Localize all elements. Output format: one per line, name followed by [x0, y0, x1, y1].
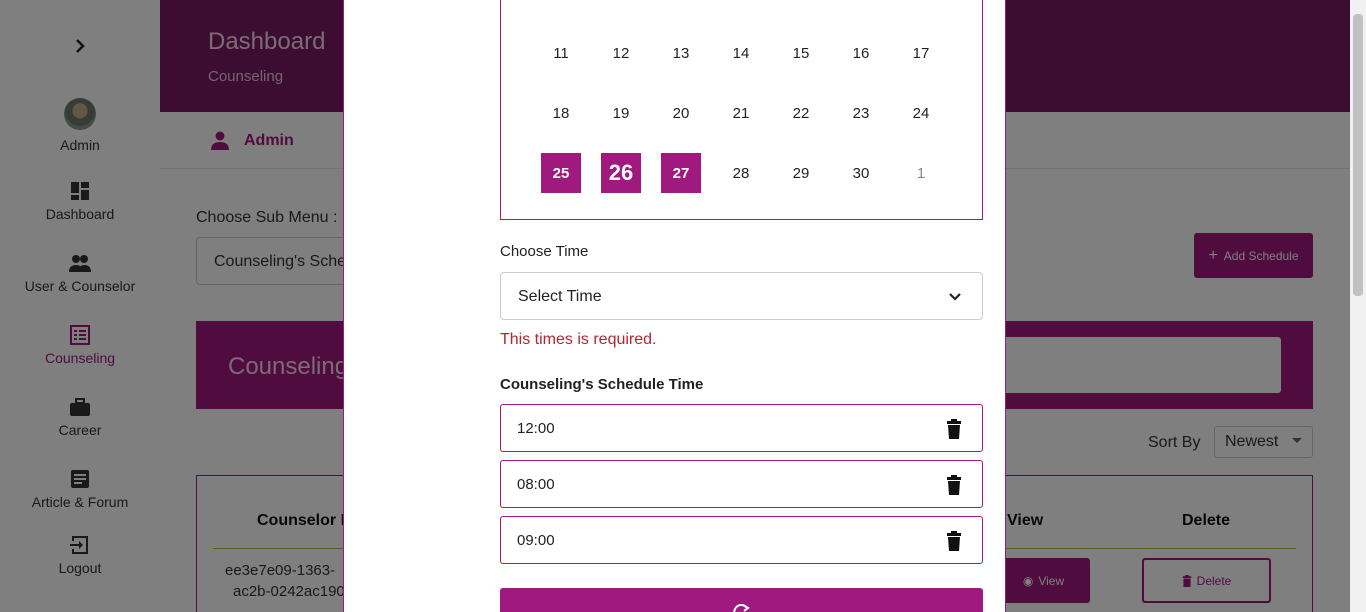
time-error-message: This times is required. — [500, 331, 657, 348]
calendar-day[interactable]: 18 — [541, 93, 581, 133]
slot-time: 08:00 — [517, 476, 555, 493]
schedule-time-label: Counseling's Schedule Time — [500, 376, 704, 393]
calendar-day[interactable]: 29 — [781, 153, 821, 193]
calendar-day[interactable]: 19 — [601, 93, 641, 133]
chevron-down-icon — [949, 293, 961, 301]
calendar-day[interactable]: 21 — [721, 93, 761, 133]
calendar-day[interactable]: 22 — [781, 93, 821, 133]
schedule-slot: 12:00 — [500, 404, 983, 452]
calendar-day[interactable]: 17 — [901, 33, 941, 73]
calendar-day-selected[interactable]: 26 — [601, 153, 641, 193]
calendar-day[interactable]: 11 — [541, 33, 581, 73]
calendar-day[interactable]: 24 — [901, 93, 941, 133]
schedule-slot: 09:00 — [500, 516, 983, 564]
calendar-day[interactable]: 15 — [781, 33, 821, 73]
calendar-day-selected[interactable]: 25 — [541, 153, 581, 193]
trash-icon[interactable] — [946, 475, 962, 495]
schedule-slot: 08:00 — [500, 460, 983, 508]
calendar-day[interactable]: 12 — [601, 33, 641, 73]
calendar-day-selected[interactable]: 27 — [661, 153, 701, 193]
trash-icon[interactable] — [946, 419, 962, 439]
choose-time-label: Choose Time — [500, 243, 589, 260]
scrollbar-thumb[interactable] — [1353, 14, 1363, 296]
refresh-icon — [733, 604, 750, 612]
calendar-day[interactable]: 20 — [661, 93, 701, 133]
slot-time: 12:00 — [517, 420, 555, 437]
calendar-day[interactable]: 13 — [661, 33, 701, 73]
schedule-modal: 11 12 13 14 15 16 17 18 19 20 21 22 23 2… — [343, 0, 1006, 612]
page-scrollbar[interactable] — [1350, 0, 1366, 612]
slot-time: 09:00 — [517, 532, 555, 549]
calendar-day[interactable]: 28 — [721, 153, 761, 193]
calendar: 11 12 13 14 15 16 17 18 19 20 21 22 23 2… — [500, 0, 983, 220]
calendar-day[interactable]: 30 — [841, 153, 881, 193]
time-select[interactable]: Select Time — [500, 272, 983, 320]
calendar-day[interactable]: 16 — [841, 33, 881, 73]
calendar-day-next-month[interactable]: 1 — [901, 153, 941, 193]
calendar-day[interactable]: 23 — [841, 93, 881, 133]
submit-button[interactable] — [500, 588, 983, 612]
calendar-day[interactable]: 14 — [721, 33, 761, 73]
time-select-value: Select Time — [518, 288, 602, 305]
trash-icon[interactable] — [946, 531, 962, 551]
